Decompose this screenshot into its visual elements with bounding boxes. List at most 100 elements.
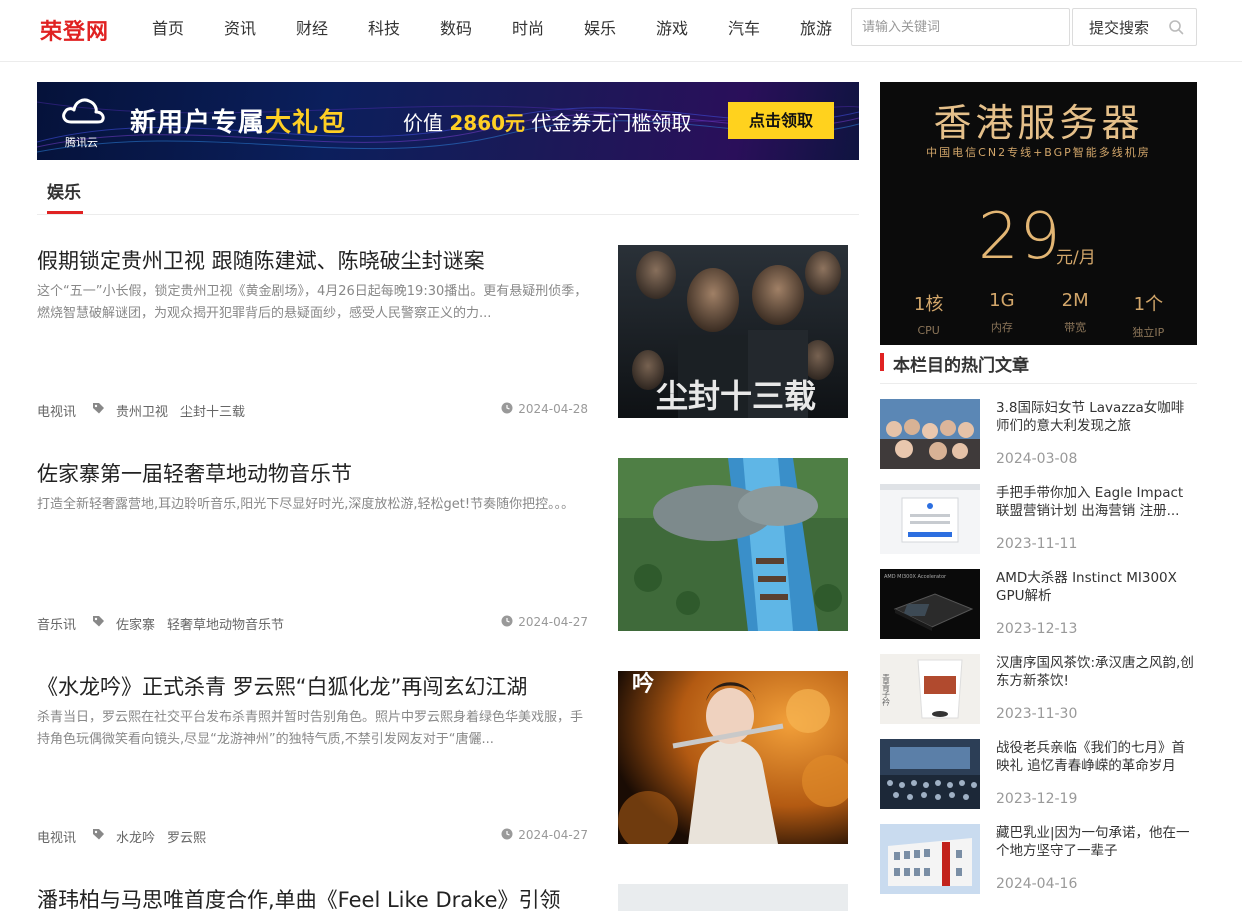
search-icon — [1169, 20, 1184, 35]
main-nav: 首页 资讯 财经 科技 数码 时尚 娱乐 游戏 汽车 旅游 — [132, 0, 852, 58]
hot-article-thumbnail[interactable]: 青青子衿 — [880, 654, 980, 724]
nav-item-home[interactable]: 首页 — [132, 0, 204, 58]
ad-spec-ip: 1个 独立IP — [1132, 294, 1165, 339]
nav-item-news[interactable]: 资讯 — [204, 0, 276, 58]
tag-icon — [93, 829, 104, 840]
hot-articles-heading: 本栏目的热门文章 — [880, 349, 1197, 384]
banner-cta-button[interactable]: 点击领取 — [728, 102, 834, 139]
article-thumbnail-title: 吟 — [632, 671, 654, 697]
heading-accent-bar — [880, 353, 884, 371]
hot-article-thumbnail[interactable] — [880, 399, 980, 469]
ad-spec-cpu: 1核 CPU — [913, 294, 944, 337]
nav-item-travel[interactable]: 旅游 — [780, 0, 852, 58]
nav-item-tech[interactable]: 科技 — [348, 0, 420, 58]
article-item: 假期锁定贵州卫视 跟随陈建斌、陈晓破尘封谜案 这个“五一”小长假，锁定贵州卫视《… — [37, 245, 848, 420]
hot-article-thumbnail[interactable]: AMD MI300X Accelerator — [880, 569, 980, 639]
article-meta: 电视讯 水龙吟 罗云熙 2024-04-27 — [37, 827, 588, 846]
ad-subtitle: 中国电信CN2专线+BGP智能多线机房 — [926, 146, 1151, 159]
search-button-label: 提交搜索 — [1089, 18, 1150, 37]
article-description: 杀青当日，罗云熙在社交平台发布杀青照并暂时告别角色。照片中罗云熙身着绿色华美戏服… — [37, 710, 584, 747]
hot-article-title[interactable]: 藏巴乳业|因为一句承诺，他在一个地方坚守了一辈子 — [996, 824, 1197, 860]
article-category[interactable]: 音乐讯 — [37, 614, 76, 633]
hot-article-title[interactable]: 战役老兵亲临《我们的七月》首映礼 追忆青春峥嵘的革命岁月 — [996, 739, 1197, 775]
nav-item-entertainment[interactable]: 娱乐 — [564, 0, 636, 58]
ad-specs: 1核 CPU 1G 内存 2M 带宽 1个 独立IP — [880, 290, 1197, 340]
hot-article-date: 2024-03-08 — [996, 451, 1078, 467]
ad-price-unit: 元/月 — [1056, 248, 1096, 268]
article-tag[interactable]: 尘封十三载 — [180, 405, 245, 420]
article-description: 这个“五一”小长假，锁定贵州卫视《黄金剧场》，4月26日起每晚19:30播出。更… — [37, 284, 588, 321]
tencent-cloud-banner[interactable]: 腾讯云 新用户专属大礼包 价值 2860元 代金券无门槛领取 点击领取 — [37, 82, 859, 160]
article-item: 《水龙吟》正式杀青 罗云熙“白狐化龙”再闯玄幻江湖 杀青当日，罗云熙在社交平台发… — [37, 671, 848, 846]
article-description: 打造全新轻奢露营地,耳边聆听音乐,阳光下尽显好时光,深度放松游,轻松get!节奏… — [37, 497, 575, 512]
hot-article-item: 青青子衿 汉唐序国风茶饮:承汉唐之风韵,创东方新茶饮! 2023-11-30 — [880, 654, 1197, 724]
tag-icon — [93, 403, 104, 414]
hot-article-title[interactable]: 汉唐序国风茶饮:承汉唐之风韵,创东方新茶饮! — [996, 654, 1197, 690]
section-divider — [37, 214, 859, 215]
top-header: 荣登网 首页 资讯 财经 科技 数码 时尚 娱乐 游戏 汽车 旅游 提交搜索 — [0, 0, 1242, 62]
nav-item-auto[interactable]: 汽车 — [708, 0, 780, 58]
ad-price: 29 — [978, 200, 1062, 274]
hot-article-date: 2023-12-13 — [996, 621, 1078, 637]
hot-article-thumbnail[interactable] — [880, 739, 980, 809]
clock-icon — [501, 615, 513, 627]
hot-article-thumbnail[interactable] — [880, 824, 980, 894]
article-thumbnail[interactable] — [618, 458, 848, 631]
hot-article-date: 2023-12-19 — [996, 791, 1078, 807]
hot-article-date: 2023-11-30 — [996, 706, 1078, 722]
clock-icon — [501, 402, 513, 414]
article-thumbnail-title: 尘封十三载 — [656, 377, 816, 415]
article-title[interactable]: 潘玮柏与马思唯首度合作,单曲《Feel Like Drake》引领 — [37, 884, 597, 911]
article-date: 2024-04-27 — [501, 615, 588, 629]
banner-logo-text: 腾讯云 — [65, 136, 98, 149]
hot-article-date: 2023-11-11 — [996, 536, 1078, 552]
hot-article-title[interactable]: 手把手带你加入 Eagle Impact 联盟营销计划 出海营销 注册... — [996, 484, 1197, 520]
article-title[interactable]: 《水龙吟》正式杀青 罗云熙“白狐化龙”再闯玄幻江湖 — [37, 671, 597, 701]
article-tag[interactable]: 贵州卫视 — [116, 405, 168, 420]
banner-headline: 新用户专属大礼包 — [130, 108, 347, 138]
hk-server-ad[interactable]: 香港服务器 中国电信CN2专线+BGP智能多线机房 29 元/月 1核 CPU 1… — [880, 82, 1197, 345]
article-item: 潘玮柏与马思唯首度合作,单曲《Feel Like Drake》引领 — [37, 884, 848, 911]
hot-article-item: AMD MI300X Accelerator AMD大杀器 Instinct M… — [880, 569, 1197, 639]
banner-offer: 价值 2860元 代金券无门槛领取 — [403, 111, 692, 135]
article-thumbnail[interactable]: 尘封十三载 — [618, 245, 848, 418]
article-thumbnail[interactable]: 吟 — [618, 671, 848, 844]
article-tag[interactable]: 佐家寨 — [116, 618, 155, 633]
nav-item-games[interactable]: 游戏 — [636, 0, 708, 58]
ad-title: 香港服务器 — [933, 101, 1144, 145]
nav-item-finance[interactable]: 财经 — [276, 0, 348, 58]
article-item: 佐家寨第一届轻奢草地动物音乐节 打造全新轻奢露营地,耳边聆听音乐,阳光下尽显好时… — [37, 458, 848, 633]
article-title[interactable]: 假期锁定贵州卫视 跟随陈建斌、陈晓破尘封谜案 — [37, 245, 597, 275]
hot-article-date: 2024-04-16 — [996, 876, 1078, 892]
article-tag[interactable]: 水龙吟 — [116, 831, 155, 846]
tencent-cloud-logo-icon — [62, 98, 105, 124]
article-category[interactable]: 电视讯 — [37, 827, 76, 846]
search-button[interactable]: 提交搜索 — [1072, 8, 1197, 46]
hot-articles-title: 本栏目的热门文章 — [893, 356, 1029, 376]
ad-spec-memory: 1G 内存 — [989, 290, 1015, 334]
hot-article-title[interactable]: 3.8国际妇女节 Lavazza女咖啡师们的意大利发现之旅 — [996, 399, 1197, 435]
hot-article-item: 藏巴乳业|因为一句承诺，他在一个地方坚守了一辈子 2024-04-16 — [880, 824, 1197, 894]
ad-spec-bandwidth: 2M 带宽 — [1061, 290, 1089, 334]
hot-article-item: 战役老兵亲临《我们的七月》首映礼 追忆青春峥嵘的革命岁月 2023-12-19 — [880, 739, 1197, 809]
hot-article-thumbnail[interactable] — [880, 484, 980, 554]
article-thumbnail[interactable] — [618, 884, 848, 911]
article-title[interactable]: 佐家寨第一届轻奢草地动物音乐节 — [37, 458, 597, 488]
site-logo[interactable]: 荣登网 — [40, 14, 109, 46]
nav-item-fashion[interactable]: 时尚 — [492, 0, 564, 58]
section-title[interactable]: 娱乐 — [47, 178, 81, 203]
hot-article-item: 3.8国际妇女节 Lavazza女咖啡师们的意大利发现之旅 2024-03-08 — [880, 399, 1197, 469]
hot-article-thumbnail-label: 青青子衿 — [882, 673, 891, 707]
hot-article-thumbnail-label: AMD MI300X Accelerator — [884, 574, 947, 580]
article-date: 2024-04-28 — [501, 402, 588, 416]
article-tag[interactable]: 罗云熙 — [167, 831, 206, 846]
article-category[interactable]: 电视讯 — [37, 401, 76, 420]
hot-article-title[interactable]: AMD大杀器 Instinct MI300X GPU解析 — [996, 569, 1197, 605]
search-input[interactable] — [851, 8, 1070, 46]
clock-icon — [501, 828, 513, 840]
nav-item-digital[interactable]: 数码 — [420, 0, 492, 58]
hot-article-item: 手把手带你加入 Eagle Impact 联盟营销计划 出海营销 注册... 2… — [880, 484, 1197, 554]
article-tag[interactable]: 轻奢草地动物音乐节 — [167, 618, 284, 633]
tag-icon — [93, 616, 104, 627]
article-meta: 电视讯 贵州卫视 尘封十三载 2024-04-28 — [37, 401, 588, 420]
